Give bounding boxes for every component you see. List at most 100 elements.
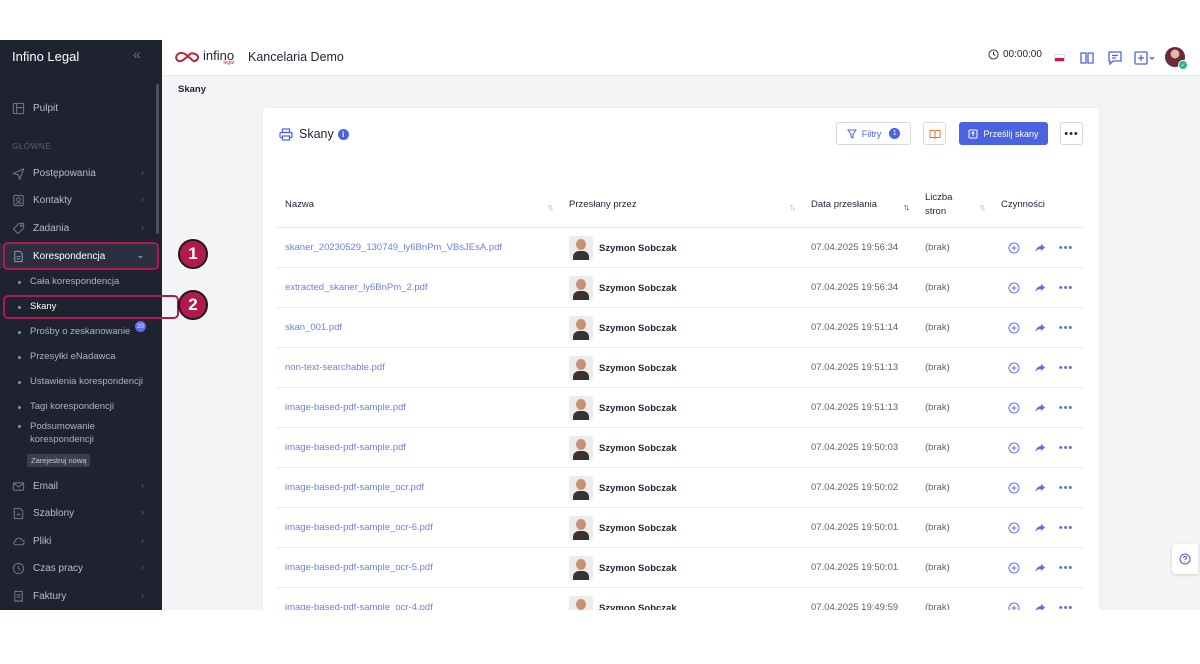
file-name-link[interactable]: image-based-pdf-sample_ocr-6.pdf <box>285 522 433 533</box>
table-row[interactable]: image-based-pdf-sample.pdf Szymon Sobczak… <box>277 428 1083 468</box>
book-icon[interactable] <box>1079 50 1095 66</box>
file-name-link[interactable]: extracted_skaner_ly6BnPm_2.pdf <box>285 282 428 293</box>
share-forward-icon[interactable] <box>1031 239 1049 257</box>
sort-icon[interactable]: ↑↓ <box>789 202 796 212</box>
add-circle-icon[interactable] <box>1005 359 1023 377</box>
sent-by-cell: Szymon Sobczak <box>569 236 677 260</box>
highlight-skany <box>3 295 179 319</box>
chat-icon[interactable] <box>1107 50 1123 66</box>
share-forward-icon[interactable] <box>1031 479 1049 497</box>
add-circle-icon[interactable] <box>1005 239 1023 257</box>
file-name-link[interactable]: image-based-pdf-sample_ocr.pdf <box>285 482 424 493</box>
sidebar-item-pliki[interactable]: Pliki › <box>0 529 158 553</box>
file-name-link[interactable]: image-based-pdf-sample_ocr-4.pdf <box>285 602 433 610</box>
file-name-link[interactable]: non-text-searchable.pdf <box>285 362 385 373</box>
submenu-przesylki-enadawca[interactable]: Przesyłki eNadawca <box>18 351 116 362</box>
paper-plane-icon <box>11 166 25 180</box>
sort-icon[interactable]: ↑↓ <box>979 202 986 212</box>
sidebar-item-pulpit[interactable]: Pulpit <box>0 96 158 120</box>
file-name-link[interactable]: image-based-pdf-sample.pdf <box>285 402 406 413</box>
table-row[interactable]: image-based-pdf-sample.pdf Szymon Sobczak… <box>277 388 1083 428</box>
column-header-pages[interactable]: Liczba stron <box>925 191 965 219</box>
more-actions-icon[interactable]: ••• <box>1057 559 1075 577</box>
more-actions-icon[interactable]: ••• <box>1057 399 1075 417</box>
company-name: Kancelaria Demo <box>248 50 344 64</box>
add-circle-icon[interactable] <box>1005 559 1023 577</box>
sidebar-item-czas-pracy[interactable]: Czas pracy › <box>0 556 158 580</box>
file-name-link[interactable]: skan_001.pdf <box>285 322 342 333</box>
more-actions-icon[interactable]: ••• <box>1057 359 1075 377</box>
share-forward-icon[interactable] <box>1031 439 1049 457</box>
submenu-ustawienia-korespondencji[interactable]: Ustawienia korespondencji <box>18 376 143 387</box>
chevron-right-icon: › <box>141 194 144 204</box>
share-forward-icon[interactable] <box>1031 359 1049 377</box>
sort-desc-icon[interactable]: ↑↓ <box>903 202 910 212</box>
submenu-cala-korespondencja[interactable]: Cała korespondencja <box>18 276 119 287</box>
table-row[interactable]: extracted_skaner_ly6BnPm_2.pdf Szymon Sob… <box>277 268 1083 308</box>
more-actions-icon[interactable]: ••• <box>1057 599 1075 610</box>
add-circle-icon[interactable] <box>1005 439 1023 457</box>
register-new-button[interactable]: Zarejestruj nową <box>27 454 91 467</box>
work-timer[interactable]: 00:00:00 <box>988 49 1042 60</box>
sort-icon[interactable]: ↑↓ <box>547 202 554 212</box>
add-circle-icon[interactable] <box>1005 519 1023 537</box>
filters-button[interactable]: Filtry 1 <box>836 122 911 145</box>
collapse-sidebar-icon[interactable]: « <box>133 46 141 62</box>
table-row[interactable]: skan_001.pdf Szymon Sobczak 07.04.2025 19:… <box>277 308 1083 348</box>
add-circle-icon[interactable] <box>1005 319 1023 337</box>
more-actions-icon[interactable]: ••• <box>1057 479 1075 497</box>
more-actions-icon[interactable]: ••• <box>1057 439 1075 457</box>
more-actions-icon[interactable]: ••• <box>1057 239 1075 257</box>
share-forward-icon[interactable] <box>1031 599 1049 610</box>
sent-date: 07.04.2025 19:51:14 <box>811 322 899 333</box>
table-row[interactable]: non-text-searchable.pdf Szymon Sobczak 07.… <box>277 348 1083 388</box>
table-row[interactable]: skaner_20230529_130749_ly6BnPm_VBsJEsA.p… <box>277 228 1083 268</box>
share-forward-icon[interactable] <box>1031 519 1049 537</box>
submenu-podsumowanie-korespondencji[interactable]: Podsumowanie korespondencji <box>18 420 128 446</box>
sidebar-item-zadania[interactable]: Zadania › <box>0 216 158 240</box>
add-circle-icon[interactable] <box>1005 479 1023 497</box>
share-forward-icon[interactable] <box>1031 319 1049 337</box>
sidebar-item-email[interactable]: Email › <box>0 474 158 498</box>
more-options-button[interactable]: ••• <box>1060 122 1083 145</box>
row-actions: ••• <box>1005 399 1083 417</box>
file-name-link[interactable]: image-based-pdf-sample.pdf <box>285 442 406 453</box>
sidebar-item-szablony[interactable]: Szablony › <box>0 501 158 525</box>
sidebar-section-label: GŁÓWNE <box>12 142 52 151</box>
table-row[interactable]: image-based-pdf-sample_ocr-6.pdf Szymon S… <box>277 508 1083 548</box>
file-name-link[interactable]: image-based-pdf-sample_ocr-5.pdf <box>285 562 433 573</box>
share-forward-icon[interactable] <box>1031 399 1049 417</box>
info-icon[interactable]: i <box>337 128 349 140</box>
table-row[interactable]: image-based-pdf-sample_ocr.pdf Szymon Sob… <box>277 468 1083 508</box>
file-name-link[interactable]: skaner_20230529_130749_ly6BnPm_VBsJEsA.p… <box>285 242 502 253</box>
more-actions-icon[interactable]: ••• <box>1057 279 1075 297</box>
more-actions-icon[interactable]: ••• <box>1057 519 1075 537</box>
table-row[interactable]: image-based-pdf-sample_ocr-4.pdf Szymon S… <box>277 588 1083 610</box>
share-forward-icon[interactable] <box>1031 279 1049 297</box>
add-new-dropdown-icon[interactable] <box>1134 50 1156 66</box>
row-actions: ••• <box>1005 479 1083 497</box>
share-forward-icon[interactable] <box>1031 559 1049 577</box>
add-circle-icon[interactable] <box>1005 399 1023 417</box>
add-circle-icon[interactable] <box>1005 599 1023 610</box>
sidebar-item-postepowania[interactable]: Postępowania › <box>0 161 158 185</box>
submenu-tagi-korespondencji[interactable]: Tagi korespondencji <box>18 401 114 412</box>
guide-book-button[interactable] <box>923 122 946 145</box>
more-actions-icon[interactable]: ••• <box>1057 319 1075 337</box>
send-scans-button[interactable]: Prześlij skany <box>959 122 1048 145</box>
sent-by-cell: Szymon Sobczak <box>569 356 677 380</box>
envelope-icon <box>11 479 25 493</box>
sent-by-cell: Szymon Sobczak <box>569 556 677 580</box>
sidebar-item-kontakty[interactable]: Kontakty › <box>0 188 158 212</box>
add-circle-icon[interactable] <box>1005 279 1023 297</box>
column-header-sent-by[interactable]: Przesłany przez <box>569 199 637 210</box>
sidebar-item-faktury[interactable]: Faktury › <box>0 584 158 608</box>
language-flag-icon[interactable] <box>1054 54 1065 62</box>
app-logo[interactable]: infino legal <box>174 48 234 66</box>
chevron-right-icon: › <box>141 590 144 600</box>
table-row[interactable]: image-based-pdf-sample_ocr-5.pdf Szymon S… <box>277 548 1083 588</box>
column-header-name[interactable]: Nazwa <box>285 199 314 210</box>
submenu-prosby-o-zeskanowanie[interactable]: Prośby o zeskanowanie <box>18 326 130 337</box>
column-header-date[interactable]: Data przesłania <box>811 199 877 210</box>
help-button[interactable] <box>1172 544 1198 574</box>
